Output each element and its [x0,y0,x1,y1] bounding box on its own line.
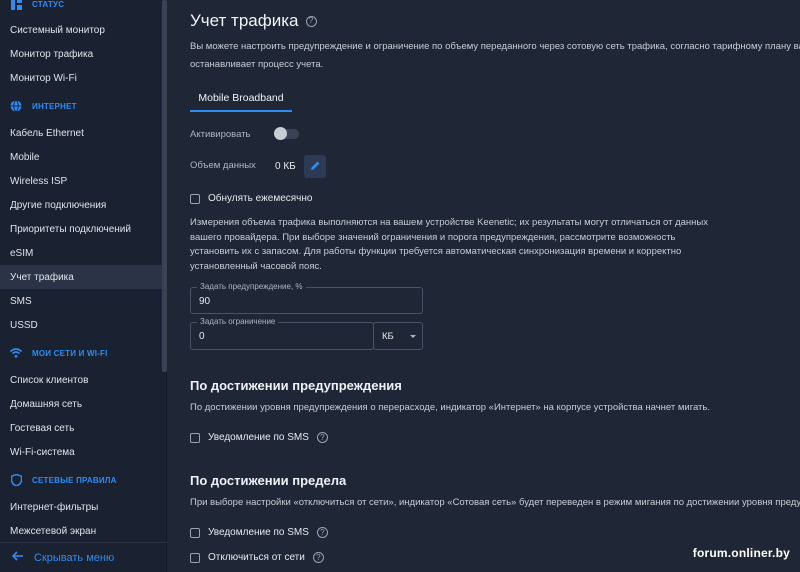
info-paragraph: Измерения объема трафика выполняются на … [190,217,708,272]
sidebar-item-firewall[interactable]: Межсетевой экран [0,519,162,543]
sidebar-item-wifi-monitor[interactable]: Монитор Wi-Fi [0,66,162,90]
sms-notify-warning-row[interactable]: Уведомление по SMS ? [190,432,328,443]
sidebar-item-wifi-system[interactable]: Wi-Fi-система [0,440,162,464]
chevron-down-icon [410,335,416,338]
sidebar: СТАТУС Системный монитор Монитор трафика… [0,0,167,572]
help-icon[interactable]: ? [312,552,324,563]
section-header-internet: ИНТЕРНЕТ [10,99,77,113]
sidebar-item-guest-network[interactable]: Гостевая сеть [0,416,162,440]
sidebar-item-internet-filters[interactable]: Интернет-фильтры [0,495,162,519]
sidebar-item-other-connections[interactable]: Другие подключения [0,193,162,217]
sidebar-item-esim[interactable]: eSIM [0,241,162,265]
pencil-icon [310,160,321,174]
reset-monthly-row[interactable]: Обнулять ежемесячно [190,193,312,204]
sidebar-item-client-list[interactable]: Список клиентов [0,368,162,392]
help-icon[interactable]: ? [316,432,328,443]
sidebar-item-system-monitor[interactable]: Системный монитор [0,18,162,42]
disconnect-row[interactable]: Отключиться от сети ? [190,552,324,563]
hide-menu-button[interactable]: Скрывать меню [0,542,167,572]
shield-icon [10,474,22,486]
sidebar-item-ussd[interactable]: USSD [0,313,162,337]
page-title: Учет трафика ? [190,11,317,31]
watermark: forum.onliner.by [692,546,790,560]
limit-input[interactable]: Задать ограничение 0 [190,317,374,350]
sidebar-item-connection-priorities[interactable]: Приоритеты подключений [0,217,162,241]
data-volume-value: 0 КБ [275,161,296,172]
limit-unit-select[interactable]: КБ [373,322,423,350]
page-description: Вы можете настроить предупреждение и огр… [190,41,800,70]
warning-section-text: По достижении уровня предупреждения о пе… [190,402,710,413]
toggle-knob [274,127,287,140]
limit-section-text: При выборе настройки «отключиться от сет… [190,497,800,508]
activate-toggle[interactable] [274,127,299,140]
main-content: Учет трафика ? Вы можете настроить преду… [167,0,800,572]
help-icon[interactable]: ? [305,15,317,27]
activate-label: Активировать [190,129,251,140]
globe-icon [10,100,22,112]
sidebar-item-traffic-monitor[interactable]: Монитор трафика [0,42,162,66]
data-volume-label: Объем данных [190,160,256,171]
sidebar-item-traffic-accounting[interactable]: Учет трафика [0,265,162,289]
help-icon[interactable]: ? [316,527,328,538]
warning-section-title: По достижении предупреждения [190,378,402,393]
sms-notify-warning-checkbox[interactable] [190,432,200,443]
warning-threshold-input[interactable]: Задать предупреждение, % 90 [190,282,423,314]
section-header-status: СТАТУС [10,0,64,11]
sms-notify-limit-checkbox[interactable] [190,527,200,538]
arrow-left-icon [11,551,24,564]
sidebar-item-ethernet[interactable]: Кабель Ethernet [0,121,162,145]
dashboard-icon [10,0,22,10]
limit-section-title: По достижении предела [190,473,347,488]
edit-data-volume-button[interactable] [304,155,326,178]
sidebar-item-sms[interactable]: SMS [0,289,162,313]
reset-monthly-checkbox[interactable] [190,193,200,204]
section-header-wifi: МОИ СЕТИ И WI-FI [10,346,108,360]
sms-notify-limit-row[interactable]: Уведомление по SMS ? [190,527,328,538]
wifi-icon [10,347,22,359]
sidebar-item-wireless-isp[interactable]: Wireless ISP [0,169,162,193]
section-header-network-rules: СЕТЕВЫЕ ПРАВИЛА [10,473,117,487]
sidebar-item-mobile[interactable]: Mobile [0,145,162,169]
tab-mobile-broadband[interactable]: Mobile Broadband [190,86,292,112]
disconnect-checkbox[interactable] [190,552,200,563]
sidebar-item-home-network[interactable]: Домашняя сеть [0,392,162,416]
